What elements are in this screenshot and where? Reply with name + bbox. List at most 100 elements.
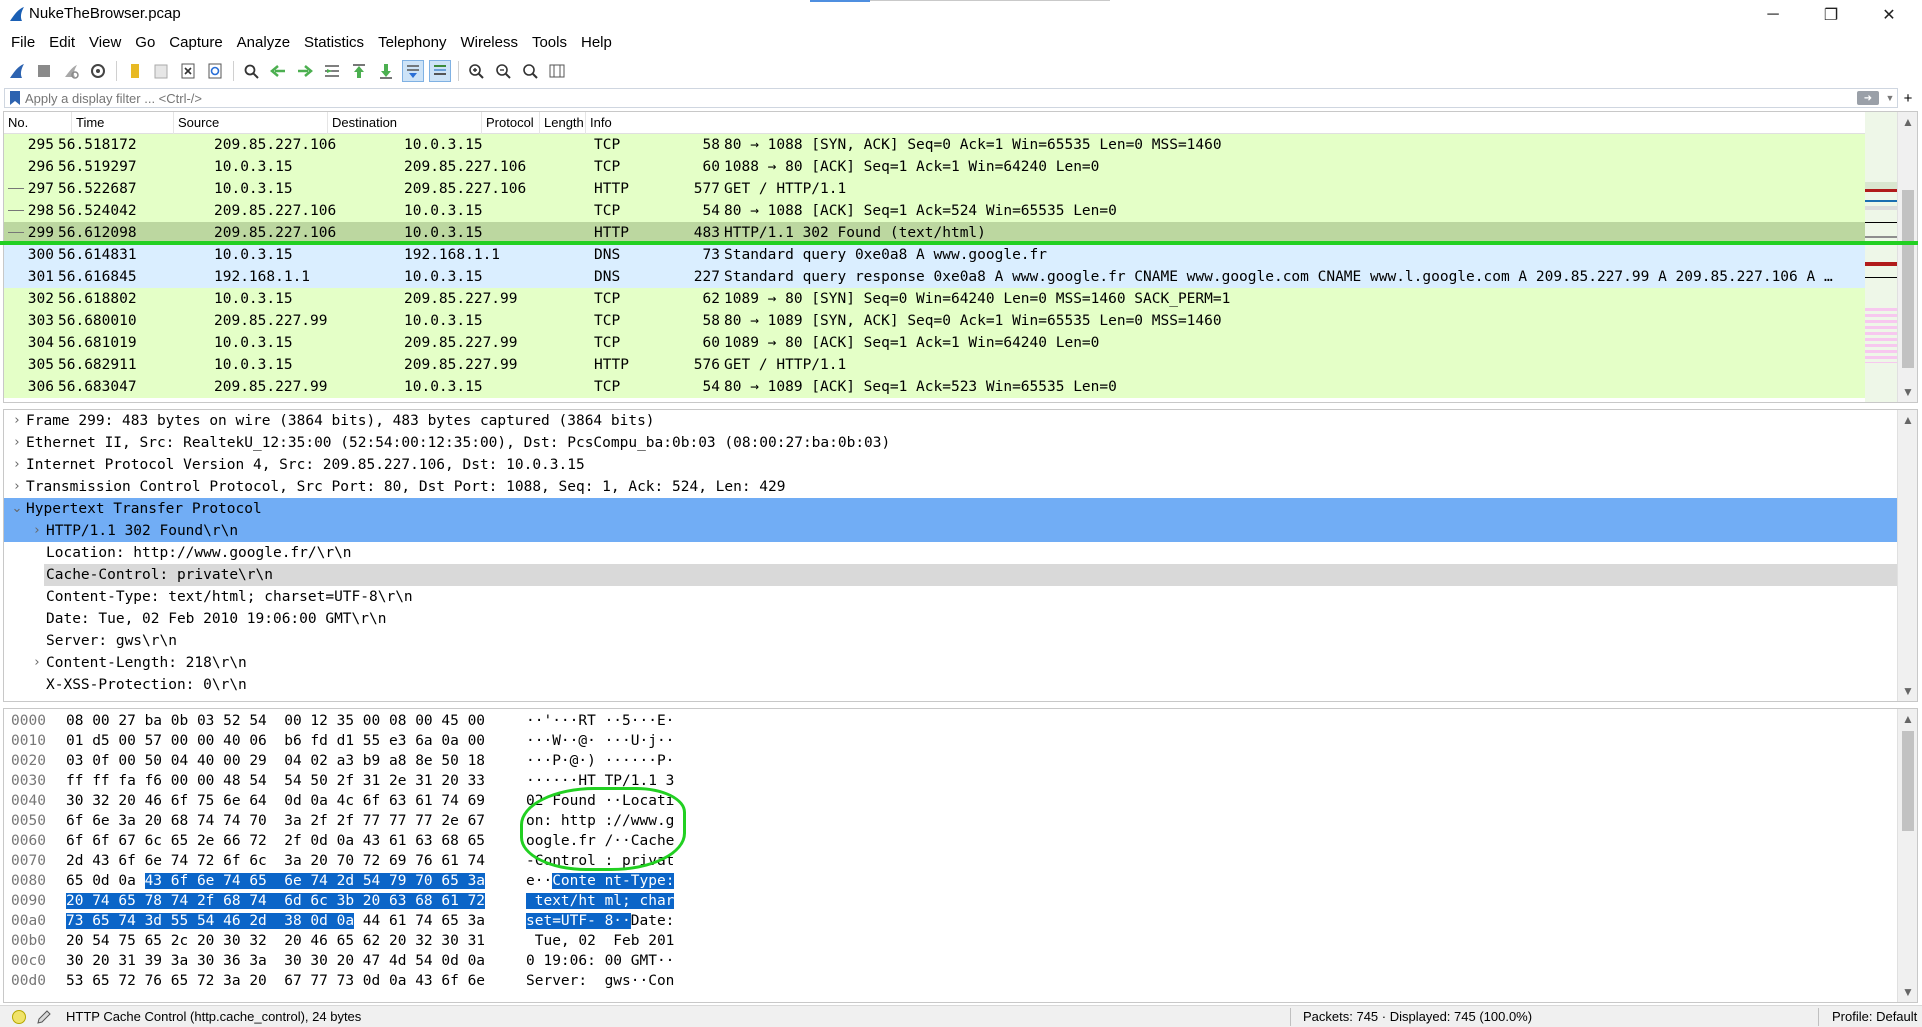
menu-tools[interactable]: Tools <box>525 34 574 51</box>
scroll-down-icon[interactable]: ▼ <box>1898 681 1917 701</box>
open-folder-icon[interactable] <box>123 60 145 82</box>
status-profile[interactable]: Profile: Default <box>1832 1009 1917 1024</box>
packet-row[interactable]: 301 56.616845 192.168.1.1 10.0.3.15 DNS 227 St… <box>4 266 1867 288</box>
reload-icon[interactable] <box>204 60 226 82</box>
packet-row[interactable]: 304 56.681019 10.0.3.15 209.85.227.99 TCP 60 1… <box>4 332 1867 354</box>
menu-view[interactable]: View <box>82 34 128 51</box>
packet-row[interactable]: 298 56.524042 209.85.227.106 10.0.3.15 TCP 54… <box>4 200 1867 222</box>
hex-bytes[interactable]: 01 d5 00 57 00 00 40 06 b6 fd d1 55 e3 6… <box>66 731 485 751</box>
packet-row[interactable]: 306 56.683047 209.85.227.99 10.0.3.15 TCP 54 8… <box>4 376 1867 398</box>
hex-bytes[interactable]: 2d 43 6f 6e 74 72 6f 6c 3a 20 70 72 69 7… <box>66 851 485 871</box>
resize-columns-icon[interactable] <box>546 60 568 82</box>
packet-row[interactable]: 296 56.519297 10.0.3.15 209.85.227.106 TCP 60… <box>4 156 1867 178</box>
zoom-out-icon[interactable] <box>492 60 514 82</box>
bookmark-icon[interactable] <box>9 90 21 106</box>
scroll-up-icon[interactable]: ▲ <box>1898 410 1917 430</box>
column-destination[interactable]: Destination <box>328 112 482 134</box>
chevron-down-icon[interactable]: ⌄ <box>10 498 24 520</box>
scroll-thumb[interactable] <box>1902 190 1914 368</box>
menu-edit[interactable]: Edit <box>42 34 82 51</box>
chevron-right-icon[interactable]: › <box>30 652 44 674</box>
menu-analyze[interactable]: Analyze <box>230 34 297 51</box>
hex-bytes[interactable]: 08 00 27 ba 0b 03 52 54 00 12 35 00 08 0… <box>66 711 485 731</box>
hex-bytes[interactable]: 30 32 20 46 6f 75 6e 64 0d 0a 4c 6f 63 6… <box>66 791 485 811</box>
column-source[interactable]: Source <box>174 112 328 134</box>
go-back-icon[interactable] <box>267 60 289 82</box>
close-button[interactable]: ✕ <box>1860 0 1918 29</box>
menu-help[interactable]: Help <box>574 34 619 51</box>
save-icon[interactable] <box>150 60 172 82</box>
hex-bytes[interactable]: ff ff fa f6 00 00 48 54 54 50 2f 31 2e 3… <box>66 771 485 791</box>
ascii-bytes[interactable]: Server: gws··Con <box>526 971 674 991</box>
ascii-bytes[interactable]: e··Conte nt-Type: <box>526 871 675 891</box>
packet-row[interactable]: 303 56.680010 209.85.227.99 10.0.3.15 TCP 58 8… <box>4 310 1867 332</box>
column-info[interactable]: Info <box>586 112 1866 134</box>
detail-tree-item[interactable]: › Ethernet II, Src: RealtekU_12:35:00 (52… <box>4 432 1917 454</box>
details-scrollbar[interactable]: ▲ ▼ <box>1897 410 1917 701</box>
detail-tree-item[interactable]: X-XSS-Protection: 0\r\n <box>4 674 1917 696</box>
hex-bytes[interactable]: 6f 6e 3a 20 68 74 74 70 3a 2f 2f 77 77 7… <box>66 811 485 831</box>
ascii-bytes[interactable]: ···P·@·) ······P· <box>526 751 674 771</box>
go-first-icon[interactable] <box>348 60 370 82</box>
ascii-bytes[interactable]: set=UTF- 8··Date: <box>526 911 674 931</box>
edit-comment-pencil-icon[interactable] <box>36 1009 52 1025</box>
hex-bytes[interactable]: 53 65 72 76 65 72 3a 20 67 77 73 0d 0a 4… <box>66 971 485 991</box>
detail-tree-item[interactable]: Server: gws\r\n <box>4 630 1917 652</box>
apply-filter-arrow-icon[interactable]: ➜ <box>1857 91 1879 105</box>
go-last-icon[interactable] <box>375 60 397 82</box>
hex-bytes[interactable]: 20 54 75 65 2c 20 30 32 20 46 65 62 20 3… <box>66 931 485 951</box>
detail-tree-item[interactable]: Cache-Control: private\r\n <box>44 564 1917 586</box>
display-filter-input[interactable] <box>25 90 1857 106</box>
menu-file[interactable]: File <box>4 34 42 51</box>
menu-go[interactable]: Go <box>128 34 162 51</box>
column-no[interactable]: No. <box>4 112 72 134</box>
detail-tree-item[interactable]: › Frame 299: 483 bytes on wire (3864 bits… <box>4 410 1917 432</box>
hex-bytes[interactable]: 65 0d 0a 43 6f 6e 74 65 6e 74 2d 54 79 7… <box>66 871 486 891</box>
detail-tree-item[interactable]: Content-Type: text/html; charset=UTF-8\r… <box>4 586 1917 608</box>
ascii-bytes[interactable]: Tue, 02 Feb 201 <box>526 931 675 951</box>
detail-tree-item[interactable]: › Content-Length: 218\r\n <box>4 652 1917 674</box>
find-icon[interactable] <box>240 60 262 82</box>
detail-tree-item[interactable]: Location: http://www.google.fr/\r\n <box>4 542 1917 564</box>
scroll-up-icon[interactable]: ▲ <box>1898 112 1917 132</box>
scroll-down-icon[interactable]: ▼ <box>1898 382 1917 402</box>
menu-telephony[interactable]: Telephony <box>371 34 453 51</box>
menu-statistics[interactable]: Statistics <box>297 34 371 51</box>
ascii-bytes[interactable]: text/ht ml; char <box>526 891 675 911</box>
packet-minimap[interactable] <box>1865 112 1897 402</box>
autoscroll-icon[interactable] <box>402 60 424 82</box>
ascii-bytes[interactable]: ···W··@· ···U·j·· <box>526 731 674 751</box>
packet-list-scrollbar[interactable]: ▲ ▼ <box>1897 112 1917 402</box>
hex-bytes[interactable]: 03 0f 00 50 04 40 00 29 04 02 a3 b9 a8 8… <box>66 751 485 771</box>
detail-tree-item[interactable]: ⌄ Hypertext Transfer Protocol <box>4 498 1917 520</box>
stop-icon[interactable] <box>33 60 55 82</box>
chevron-right-icon[interactable]: › <box>10 454 24 476</box>
options-gear-icon[interactable] <box>87 60 109 82</box>
expert-info-led-icon[interactable] <box>12 1010 26 1024</box>
chevron-right-icon[interactable]: › <box>30 520 44 542</box>
menu-capture[interactable]: Capture <box>162 34 229 51</box>
ascii-bytes[interactable]: ··'···RT ··5···E· <box>526 711 674 731</box>
zoom-in-icon[interactable] <box>465 60 487 82</box>
detail-tree-item[interactable]: › HTTP/1.1 302 Found\r\n <box>4 520 1917 542</box>
go-to-packet-icon[interactable] <box>321 60 343 82</box>
scroll-thumb[interactable] <box>1902 731 1914 831</box>
hex-bytes[interactable]: 30 20 31 39 3a 30 36 3a 30 30 20 47 4d 5… <box>66 951 485 971</box>
packet-row[interactable]: 302 56.618802 10.0.3.15 209.85.227.99 TCP 62 1… <box>4 288 1867 310</box>
close-file-icon[interactable] <box>177 60 199 82</box>
add-filter-button[interactable]: + <box>1898 90 1918 107</box>
minimize-button[interactable]: ─ <box>1744 0 1802 29</box>
detail-tree-item[interactable]: › Transmission Control Protocol, Src Port… <box>4 476 1917 498</box>
hex-bytes[interactable]: 73 65 74 3d 55 54 46 2d 38 0d 0a 44 61 7… <box>66 911 485 931</box>
restart-icon[interactable] <box>60 60 82 82</box>
shark-fin-start-icon[interactable] <box>6 60 28 82</box>
hex-bytes[interactable]: 20 74 65 78 74 2f 68 74 6d 6c 3b 20 63 6… <box>66 891 486 911</box>
packet-row[interactable]: 305 56.682911 10.0.3.15 209.85.227.99 HTTP 57… <box>4 354 1867 376</box>
go-forward-icon[interactable] <box>294 60 316 82</box>
column-length[interactable]: Length <box>540 112 586 134</box>
detail-tree-item[interactable]: › Internet Protocol Version 4, Src: 209.8… <box>4 454 1917 476</box>
chevron-right-icon[interactable]: › <box>10 476 24 498</box>
packet-row[interactable]: 295 56.518172 209.85.227.106 10.0.3.15 TCP 58… <box>4 134 1867 156</box>
bytes-scrollbar[interactable]: ▲ ▼ <box>1897 709 1917 1002</box>
restore-button[interactable]: ❐ <box>1802 0 1860 29</box>
